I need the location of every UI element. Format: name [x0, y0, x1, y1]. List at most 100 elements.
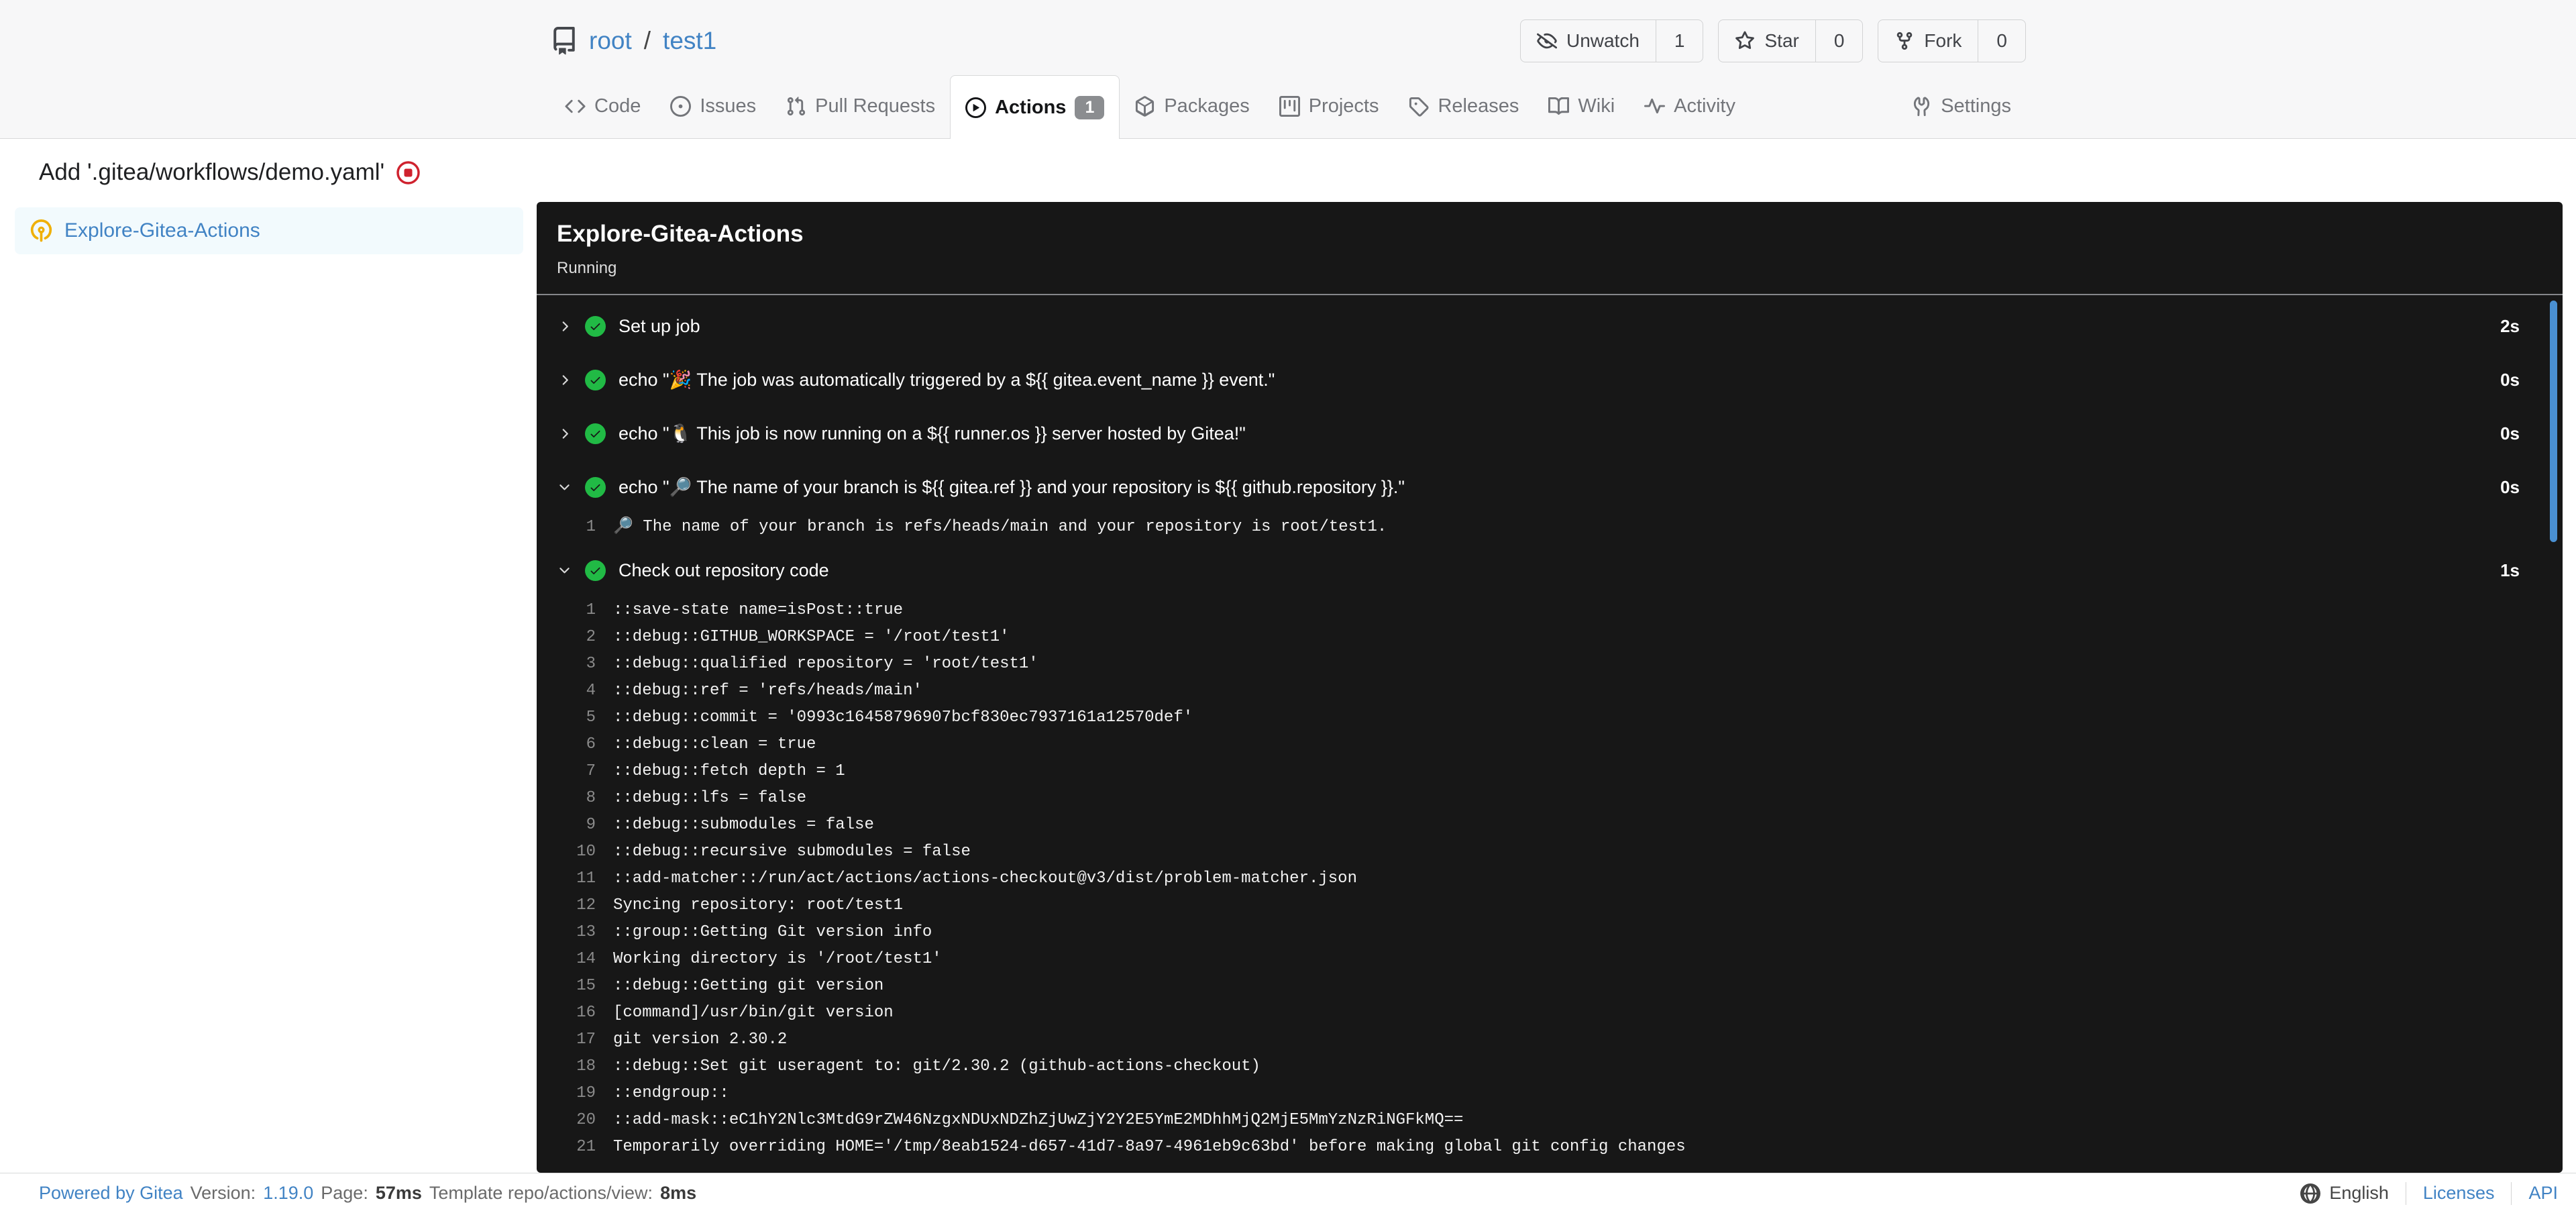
- cancel-run-button[interactable]: [396, 160, 421, 185]
- unwatch-button[interactable]: Unwatch: [1521, 20, 1656, 62]
- log-line-number: 13: [576, 923, 596, 941]
- log-line[interactable]: 8 ::debug::lfs = false: [537, 785, 2563, 812]
- check-circle-icon: [585, 476, 606, 498]
- fork-icon: [1894, 31, 1915, 51]
- step-name: Check out repository code: [619, 560, 829, 580]
- repo-tab-bar: Code Issues Pull Requests Actions 1 Pack…: [550, 71, 2026, 139]
- fork-button[interactable]: Fork: [1878, 20, 1978, 62]
- log-line-number: 21: [576, 1138, 596, 1156]
- log-line[interactable]: 5 ::debug::commit = '0993c16458796907bcf…: [537, 704, 2563, 731]
- repo-name-link[interactable]: test1: [663, 27, 716, 55]
- tab-settings[interactable]: Settings: [1896, 74, 2026, 138]
- star-button-group: Star 0: [1718, 19, 1864, 62]
- tab-label: Projects: [1308, 95, 1379, 117]
- tab-wiki[interactable]: Wiki: [1534, 74, 1629, 138]
- tab-pull-requests[interactable]: Pull Requests: [771, 74, 950, 138]
- run-title-row: Add '.gitea/workflows/demo.yaml': [39, 159, 2563, 186]
- chevron-right-icon: [557, 372, 572, 388]
- log-line[interactable]: 2 ::debug::GITHUB_WORKSPACE = '/root/tes…: [537, 624, 2563, 651]
- log-line-number: 17: [576, 1031, 596, 1049]
- licenses-link[interactable]: Licenses: [2423, 1183, 2495, 1204]
- panel-scrollbar-thumb[interactable]: [2550, 301, 2557, 542]
- step-row-echo-runner[interactable]: echo "🐧 This job is now running on a ${{…: [537, 407, 2563, 460]
- log-line[interactable]: 3 ::debug::qualified repository = 'root/…: [537, 651, 2563, 678]
- step-logs-echo-branch: 1 🔎 The name of your branch is refs/head…: [537, 514, 2563, 543]
- step-row-checkout[interactable]: Check out repository code 1s: [537, 543, 2563, 597]
- step-row-set-up-job[interactable]: Set up job 2s: [537, 299, 2563, 353]
- log-line-text: ::debug::clean = true: [613, 735, 816, 753]
- chevron-right-icon: [557, 319, 572, 334]
- language-selector[interactable]: English: [2300, 1183, 2389, 1204]
- tab-label: Releases: [1438, 95, 1519, 117]
- log-line[interactable]: 18 ::debug::Set git useragent to: git/2.…: [537, 1053, 2563, 1080]
- log-line-number: 5: [586, 708, 596, 727]
- log-line[interactable]: 11 ::add-matcher::/run/act/actions/actio…: [537, 865, 2563, 892]
- tab-issues[interactable]: Issues: [655, 74, 771, 138]
- log-line[interactable]: 4 ::debug::ref = 'refs/heads/main': [537, 678, 2563, 704]
- powered-by-link[interactable]: Powered by Gitea: [39, 1183, 183, 1204]
- page: root / test1 Unwatch 1 Star 0 Fork 0 Cod…: [0, 0, 2576, 1213]
- stars-count-button[interactable]: 0: [1815, 20, 1863, 62]
- tab-releases[interactable]: Releases: [1393, 74, 1534, 138]
- log-line-text: Working directory is '/root/test1': [613, 950, 942, 968]
- page-footer: Powered by Gitea Version: 1.19.0 Page: 5…: [0, 1173, 2576, 1213]
- log-line[interactable]: 21 Temporarily overriding HOME='/tmp/8ea…: [537, 1134, 2563, 1161]
- step-row-echo-event[interactable]: echo "🎉 The job was automatically trigge…: [537, 353, 2563, 407]
- log-line[interactable]: 7 ::debug::fetch depth = 1: [537, 758, 2563, 785]
- step-logs-checkout: 1 ::save-state name=isPost::true 2 ::deb…: [537, 597, 2563, 1163]
- template-time-value: 8ms: [660, 1183, 697, 1203]
- log-line-text: 🔎 The name of your branch is refs/heads/…: [613, 518, 1387, 536]
- version-link[interactable]: 1.19.0: [263, 1183, 313, 1204]
- log-line[interactable]: 6 ::debug::clean = true: [537, 731, 2563, 758]
- footer-divider: [2511, 1181, 2512, 1205]
- tab-activity[interactable]: Activity: [1629, 74, 1750, 138]
- stop-icon: [396, 160, 421, 185]
- log-line[interactable]: 9 ::debug::submodules = false: [537, 812, 2563, 839]
- log-line-text: ::debug::fetch depth = 1: [613, 762, 845, 780]
- log-line[interactable]: 12 Syncing repository: root/test1: [537, 892, 2563, 919]
- log-line[interactable]: 15 ::debug::Getting git version: [537, 973, 2563, 1000]
- log-line-number: 2: [586, 628, 596, 646]
- book-icon: [1548, 96, 1570, 117]
- repo-owner-link[interactable]: root: [589, 27, 632, 55]
- log-line[interactable]: 13 ::group::Getting Git version info: [537, 919, 2563, 946]
- star-label: Star: [1764, 30, 1799, 51]
- run-content: Explore-Gitea-Actions Explore-Gitea-Acti…: [0, 202, 2576, 1173]
- step-duration: 0s: [2500, 423, 2520, 443]
- step-name: Set up job: [619, 315, 700, 336]
- log-line[interactable]: 20 ::add-mask::eC1hY2Nlc3MtdG9rZW46NzgxN…: [537, 1107, 2563, 1134]
- log-line-number: 3: [586, 655, 596, 673]
- log-line[interactable]: 16 [command]/usr/bin/git version: [537, 1000, 2563, 1026]
- tab-packages[interactable]: Packages: [1120, 74, 1264, 138]
- job-item-explore-gitea-actions[interactable]: Explore-Gitea-Actions: [15, 207, 523, 254]
- log-line[interactable]: 1 ::save-state name=isPost::true: [537, 597, 2563, 624]
- tab-code[interactable]: Code: [550, 74, 655, 138]
- watchers-count-button[interactable]: 1: [1655, 20, 1703, 62]
- star-button[interactable]: Star: [1719, 20, 1815, 62]
- log-line-number: 11: [576, 869, 596, 888]
- repo-title-row: root / test1 Unwatch 1 Star 0 Fork 0: [550, 0, 2026, 71]
- job-status: Running: [557, 259, 617, 277]
- globe-icon: [2300, 1183, 2321, 1204]
- log-line-text: ::debug::lfs = false: [613, 789, 807, 807]
- log-line-text: ::save-state name=isPost::true: [613, 601, 904, 619]
- fork-label: Fork: [1924, 30, 1962, 51]
- project-icon: [1279, 96, 1300, 117]
- tab-projects[interactable]: Projects: [1265, 74, 1394, 138]
- tab-actions[interactable]: Actions 1: [950, 75, 1120, 139]
- log-line-text: ::debug::GITHUB_WORKSPACE = '/root/test1…: [613, 628, 1010, 646]
- log-line-number: 14: [576, 950, 596, 968]
- log-line[interactable]: 1 🔎 The name of your branch is refs/head…: [537, 514, 2563, 541]
- log-line-number: 7: [586, 762, 596, 780]
- log-line-text: Syncing repository: root/test1: [613, 896, 904, 914]
- log-line[interactable]: 14 Working directory is '/root/test1': [537, 946, 2563, 973]
- forks-count-button[interactable]: 0: [1978, 20, 2025, 62]
- api-link[interactable]: API: [2528, 1183, 2558, 1204]
- step-row-echo-branch[interactable]: echo "🔎 The name of your branch is ${{ g…: [537, 460, 2563, 514]
- git-pull-request-icon: [786, 96, 806, 117]
- log-line[interactable]: 10 ::debug::recursive submodules = false: [537, 839, 2563, 865]
- tab-label: Actions: [995, 96, 1067, 118]
- log-line[interactable]: 17 git version 2.30.2: [537, 1026, 2563, 1053]
- log-line[interactable]: 19 ::endgroup::: [537, 1080, 2563, 1107]
- log-line-text: ::endgroup::: [613, 1084, 729, 1102]
